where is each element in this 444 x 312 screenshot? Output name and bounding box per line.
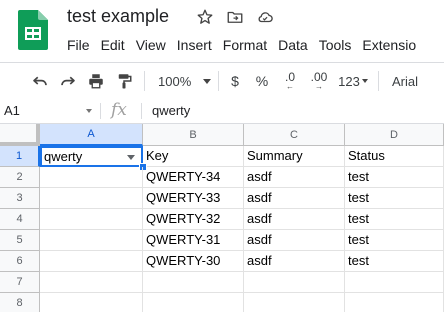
column-header-b[interactable]: B	[143, 124, 244, 146]
cell-b3[interactable]: QWERTY-33	[143, 188, 244, 209]
increase-decimal-button[interactable]: .00 →	[307, 71, 331, 91]
formula-divider	[141, 103, 142, 119]
name-box[interactable]: A1	[4, 103, 20, 118]
menu-edit[interactable]: Edit	[101, 36, 125, 56]
menu-data[interactable]: Data	[278, 36, 308, 56]
cell-a1[interactable]: qwerty	[40, 146, 143, 167]
redo-icon[interactable]	[58, 71, 78, 91]
more-formats-select[interactable]: 123	[336, 71, 370, 91]
cell-a6[interactable]	[40, 251, 143, 272]
arrow-right-icon: →	[315, 82, 323, 91]
more-formats-label: 123	[338, 73, 360, 89]
row-header-7[interactable]: 7	[0, 272, 40, 293]
cell-a4[interactable]	[40, 209, 143, 230]
cell-b1[interactable]: Key	[143, 146, 244, 167]
row-header-3[interactable]: 3	[0, 188, 40, 209]
zoom-value: 100%	[158, 73, 192, 89]
cell-d3[interactable]: test	[345, 188, 444, 209]
cell-c5[interactable]: asdf	[244, 230, 345, 251]
title-bar: test example File Edit View Insert Forma…	[0, 0, 444, 62]
chevron-down-icon[interactable]	[86, 109, 92, 113]
row-header-4[interactable]: 4	[0, 209, 40, 230]
spreadsheet-grid: A B C D 1 2 3 4 5 6 7 8 qwerty Key Summa…	[0, 124, 444, 312]
print-icon[interactable]	[86, 71, 106, 91]
cell-c4[interactable]: asdf	[244, 209, 345, 230]
currency-label: $	[231, 73, 239, 89]
cell-c2[interactable]: asdf	[244, 167, 345, 188]
arrow-left-icon: ←	[286, 82, 294, 91]
font-family-value: Arial	[392, 73, 419, 89]
menu-tools[interactable]: Tools	[319, 36, 352, 56]
formula-divider	[100, 103, 101, 119]
cell-a2[interactable]	[40, 167, 143, 188]
cell-b4[interactable]: QWERTY-32	[143, 209, 244, 230]
cell-a7[interactable]	[40, 272, 143, 293]
menu-bar: File Edit View Insert Format Data Tools …	[67, 36, 427, 56]
toolbar-divider	[218, 71, 219, 91]
paint-format-icon[interactable]	[114, 71, 134, 91]
select-all-corner[interactable]	[0, 124, 40, 146]
currency-format-button[interactable]: $	[227, 71, 243, 91]
menu-file[interactable]: File	[67, 36, 90, 56]
toolbar: 100% $ % .0 ← .00 → 123 Arial	[0, 62, 444, 100]
star-icon[interactable]	[196, 8, 214, 26]
menu-insert[interactable]: Insert	[177, 36, 212, 56]
toolbar-divider	[144, 71, 145, 91]
row-header-8[interactable]: 8	[0, 293, 40, 312]
column-header-c[interactable]: C	[244, 124, 345, 146]
cell-b2[interactable]: QWERTY-34	[143, 167, 244, 188]
cell-d6[interactable]: test	[345, 251, 444, 272]
cell-b5[interactable]: QWERTY-31	[143, 230, 244, 251]
move-to-folder-icon[interactable]	[226, 8, 244, 26]
formula-bar: A1 fx qwerty	[0, 99, 444, 124]
cell-b8[interactable]	[143, 293, 244, 312]
column-header-d[interactable]: D	[345, 124, 444, 146]
cell-c3[interactable]: asdf	[244, 188, 345, 209]
cell-d4[interactable]: test	[345, 209, 444, 230]
zoom-select[interactable]: 100%	[152, 71, 212, 91]
cell-a3[interactable]	[40, 188, 143, 209]
cell-a8[interactable]	[40, 293, 143, 312]
cell-c6[interactable]: asdf	[244, 251, 345, 272]
document-title[interactable]: test example	[67, 6, 169, 27]
column-header-a[interactable]: A	[40, 124, 143, 146]
chevron-down-icon	[361, 79, 368, 83]
menu-extensions[interactable]: Extensio	[362, 36, 416, 56]
cloud-status-icon[interactable]	[256, 8, 274, 26]
font-family-select[interactable]: Arial	[386, 71, 444, 91]
undo-icon[interactable]	[30, 71, 50, 91]
chevron-down-icon	[203, 78, 212, 84]
cell-d2[interactable]: test	[345, 167, 444, 188]
cell-a5[interactable]	[40, 230, 143, 251]
percent-label: %	[255, 73, 269, 89]
row-header-2[interactable]: 2	[0, 167, 40, 188]
cell-c7[interactable]	[244, 272, 345, 293]
decrease-decimal-button[interactable]: .0 ←	[279, 71, 301, 91]
cell-d1[interactable]: Status	[345, 146, 444, 167]
dropdown-arrow-icon[interactable]	[127, 155, 135, 160]
cell-b7[interactable]	[143, 272, 244, 293]
cell-c1[interactable]: Summary	[244, 146, 345, 167]
formula-input[interactable]: qwerty	[152, 103, 190, 118]
toolbar-divider	[378, 71, 379, 91]
row-header-5[interactable]: 5	[0, 230, 40, 251]
cell-value: qwerty	[44, 149, 83, 164]
cell-d7[interactable]	[345, 272, 444, 293]
cell-d8[interactable]	[345, 293, 444, 312]
sheets-logo-icon[interactable]	[18, 10, 48, 50]
menu-format[interactable]: Format	[223, 36, 267, 56]
cell-c8[interactable]	[244, 293, 345, 312]
cell-d5[interactable]: test	[345, 230, 444, 251]
fx-icon: fx	[111, 100, 127, 120]
row-header-6[interactable]: 6	[0, 251, 40, 272]
row-header-1[interactable]: 1	[0, 146, 40, 167]
menu-view[interactable]: View	[136, 36, 166, 56]
percent-format-button[interactable]: %	[254, 71, 270, 91]
cell-b6[interactable]: QWERTY-30	[143, 251, 244, 272]
